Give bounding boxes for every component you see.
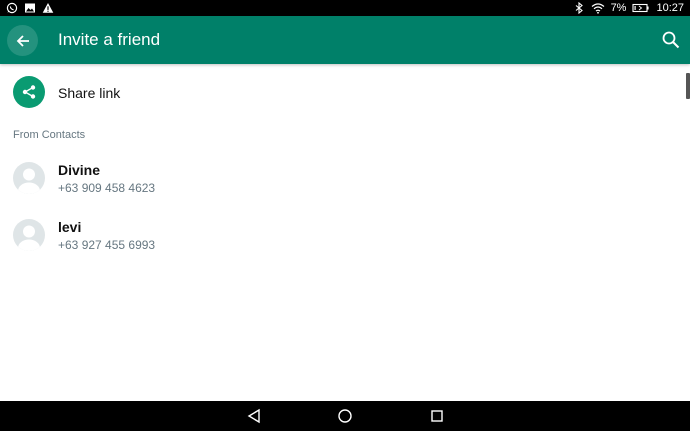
wifi-icon (591, 3, 604, 14)
clock: 10:27 (656, 2, 684, 14)
page-title: Invite a friend (58, 30, 161, 49)
avatar (13, 162, 45, 194)
image-icon (25, 3, 35, 13)
back-button[interactable] (7, 25, 38, 56)
scrollbar-thumb[interactable] (686, 73, 690, 99)
contact-row[interactable]: levi +63 927 455 6993 (0, 215, 684, 265)
battery-icon (632, 3, 650, 13)
status-bar-right: 7% 10:27 (573, 0, 684, 16)
home-circle-icon[interactable] (336, 407, 354, 425)
system-nav-bar (0, 401, 690, 431)
avatar (13, 219, 45, 251)
recents-square-icon[interactable] (428, 407, 446, 425)
battery-percent: 7% (610, 2, 627, 14)
share-link-avatar (13, 76, 45, 108)
share-link-row[interactable]: Share link (0, 75, 684, 111)
contact-phone: +63 909 458 4623 (58, 181, 156, 195)
section-header-contacts: From Contacts (13, 129, 86, 141)
contact-row[interactable]: Divine +63 909 458 4623 (0, 158, 684, 208)
default-avatar-icon (18, 168, 40, 194)
back-triangle-icon[interactable] (245, 407, 263, 425)
contact-name: Divine (58, 162, 101, 178)
app-toolbar: Invite a friend (0, 16, 690, 64)
contact-name: levi (58, 219, 82, 235)
search-icon[interactable] (661, 30, 681, 50)
share-link-label: Share link (58, 85, 121, 101)
warning-icon (42, 3, 54, 13)
contact-phone: +63 927 455 6993 (58, 238, 156, 252)
whatsapp-icon (6, 2, 18, 14)
arrow-left-icon (16, 34, 29, 47)
status-bar: 7% 10:27 (0, 0, 690, 16)
default-avatar-icon (18, 225, 40, 251)
share-icon (22, 85, 36, 99)
status-bar-left (6, 1, 54, 15)
bluetooth-icon (575, 2, 583, 14)
